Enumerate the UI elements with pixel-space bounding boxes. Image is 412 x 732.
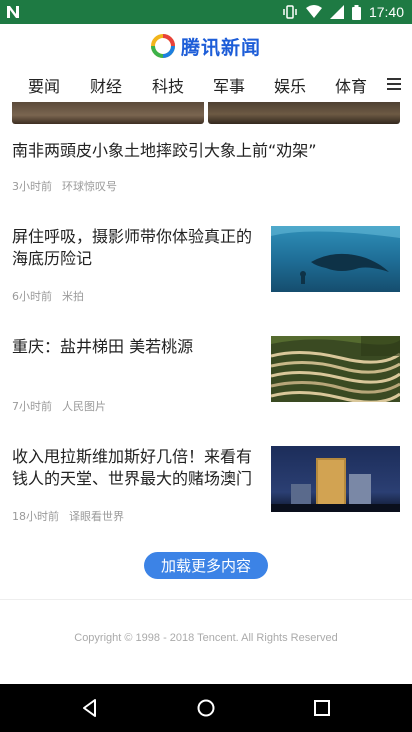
news-meta: 18小时前 译眼看世界 (12, 508, 124, 524)
load-more-button[interactable]: 加载更多内容 (144, 552, 268, 579)
logo-text: 腾讯新闻 (180, 36, 261, 59)
news-item[interactable]: 重庆：盐井梯田 美若桃源 7小时前 人民图片 (12, 336, 400, 413)
news-meta: 7小时前 人民图片 (12, 398, 106, 414)
story-photo (208, 102, 400, 124)
back-icon[interactable] (80, 698, 100, 718)
news-meta: 6小时前 米拍 (12, 288, 84, 304)
battery-icon (351, 4, 361, 20)
tencent-news-logo-icon (150, 34, 175, 58)
story-photos-partial[interactable] (12, 102, 400, 124)
news-title: 屏住呼吸，摄影师带你体验真正的海底历险记 (12, 227, 253, 268)
menu-icon[interactable] (386, 76, 402, 92)
news-source: 译眼看世界 (69, 510, 124, 523)
tab-caijing[interactable]: 财经 (90, 73, 122, 97)
wifi-icon (305, 5, 322, 18)
news-time: 3小时前 (12, 180, 52, 193)
news-title: 收入甩拉斯维加斯好几倍！来看有钱人的天堂、世界最大的赌场澳门 (12, 447, 253, 488)
news-source: 米拍 (62, 290, 84, 303)
news-thumbnail (271, 446, 400, 512)
news-meta: 3小时前 环球惊叹号 (12, 178, 117, 194)
status-bar: 17:40 (0, 0, 412, 24)
tab-tiyu[interactable]: 体育 (335, 73, 367, 97)
copyright-text: Copyright © 1998 - 2018 Tencent. All Rig… (74, 632, 338, 644)
news-thumbnail (271, 336, 400, 402)
status-icons: 17:40 (282, 0, 404, 24)
vibrate-icon (283, 5, 297, 19)
news-time: 6小时前 (12, 290, 52, 303)
recent-apps-icon[interactable] (312, 698, 332, 718)
app-header: 腾讯新闻 (0, 24, 412, 68)
story-photo (12, 102, 204, 124)
footer-divider (0, 599, 412, 600)
news-time: 18小时前 (12, 510, 59, 523)
news-title: 南非两頭皮小象土地摔跤引大象上前“劝架” (12, 141, 317, 160)
news-title: 重庆：盐井梯田 美若桃源 (12, 337, 194, 356)
category-tabs: 要闻 财经 科技 军事 娱乐 体育 (0, 68, 412, 102)
signal-icon (329, 5, 344, 19)
status-time: 17:40 (368, 4, 404, 20)
system-nav-bar (0, 684, 412, 732)
home-icon[interactable] (196, 698, 216, 718)
news-source: 人民图片 (62, 400, 106, 413)
tab-junshi[interactable]: 军事 (213, 73, 245, 97)
news-item[interactable]: 收入甩拉斯维加斯好几倍！来看有钱人的天堂、世界最大的赌场澳门 18小时前 译眼看… (12, 446, 400, 523)
notification-n-icon (7, 6, 19, 18)
tab-yule[interactable]: 娱乐 (274, 73, 306, 97)
news-feed[interactable]: 南非两頭皮小象土地摔跤引大象上前“劝架” 3小时前 环球惊叹号 屏住呼吸，摄影师… (0, 102, 412, 684)
news-source: 环球惊叹号 (62, 180, 117, 193)
news-item[interactable]: 南非两頭皮小象土地摔跤引大象上前“劝架” 3小时前 环球惊叹号 (12, 140, 400, 193)
tab-yaowen[interactable]: 要闻 (28, 73, 60, 97)
app-logo: 腾讯新闻 (150, 33, 261, 60)
news-item[interactable]: 屏住呼吸，摄影师带你体验真正的海底历险记 6小时前 米拍 (12, 226, 400, 306)
news-time: 7小时前 (12, 400, 52, 413)
news-thumbnail (271, 226, 400, 292)
tab-keji[interactable]: 科技 (152, 73, 184, 97)
